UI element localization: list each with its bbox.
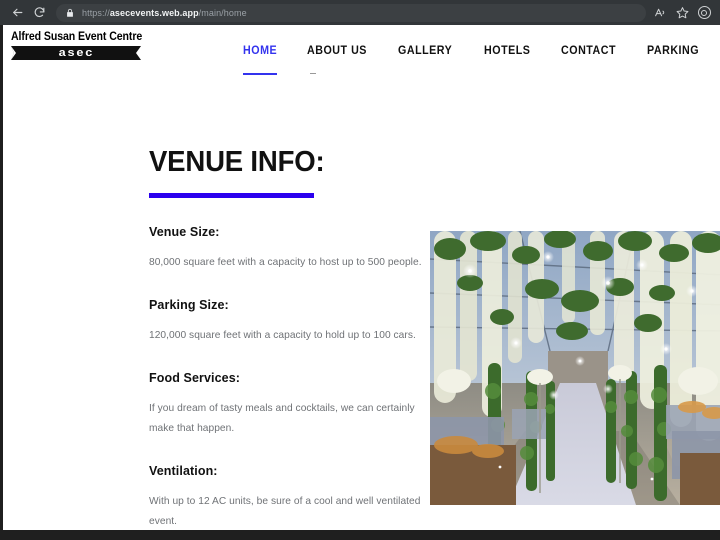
read-aloud-icon[interactable]: [650, 3, 670, 23]
profile-icon[interactable]: [694, 3, 714, 23]
lock-icon: [64, 7, 75, 18]
page-viewport: Alfred Susan Event Centre asec HOME ABOU…: [3, 25, 720, 530]
content-columns: Venue Size: 80,000 square feet with a ca…: [149, 225, 720, 530]
venue-photo: [430, 231, 720, 505]
url-domain: asecevents.web.app: [109, 7, 199, 18]
nav-item-hotels[interactable]: HOTELS: [484, 41, 534, 79]
browser-window: https://asecevents.web.app/main/home Alf…: [0, 0, 720, 540]
main-content: VENUE INFO: Venue Size: 80,000 square fe…: [3, 146, 720, 530]
site-header: Alfred Susan Event Centre asec HOME ABOU…: [3, 25, 720, 110]
url-text: https://asecevents.web.app/main/home: [82, 8, 247, 18]
photo-column: [430, 225, 720, 530]
nav-label: GALLERY: [398, 45, 453, 57]
info-heading: Food Services:: [149, 371, 241, 385]
nav-item-about-us[interactable]: ABOUT US: [307, 41, 371, 79]
info-text: 120,000 square feet with a capacity to h…: [149, 330, 416, 341]
address-bar[interactable]: https://asecevents.web.app/main/home: [56, 3, 646, 22]
nav-label: PARKING: [646, 45, 699, 57]
info-block-food-services: Food Services: If you dream of tasty mea…: [149, 371, 430, 439]
info-heading: Ventilation:: [149, 464, 218, 478]
info-heading: Parking Size:: [149, 298, 229, 312]
nav-item-home[interactable]: HOME: [243, 41, 280, 79]
window-left-edge: [0, 25, 3, 540]
logo-banner: asec: [11, 46, 141, 60]
site-logo[interactable]: Alfred Susan Event Centre asec: [11, 31, 143, 60]
logo-title: Alfred Susan Event Centre: [11, 31, 143, 43]
info-text: With up to 12 AC units, be sure of a coo…: [149, 496, 421, 527]
nav-label: HOME: [243, 45, 278, 57]
title-underline: [149, 193, 314, 198]
info-block-venue-size: Venue Size: 80,000 square feet with a ca…: [149, 225, 430, 273]
nav-item-parking[interactable]: PARKING: [647, 41, 703, 79]
info-text: If you dream of tasty meals and cocktail…: [149, 403, 415, 434]
nav-label: ABOUT US: [306, 45, 367, 57]
nav-item-contact[interactable]: CONTACT: [561, 41, 620, 79]
info-block-parking-size: Parking Size: 120,000 square feet with a…: [149, 298, 430, 346]
nav-label: HOTELS: [483, 45, 531, 57]
page-title: VENUE INFO:: [149, 146, 325, 178]
back-arrow-icon[interactable]: [6, 2, 28, 24]
info-block-ventilation: Ventilation: With up to 12 AC units, be …: [149, 464, 430, 530]
star-icon[interactable]: [672, 3, 692, 23]
info-text: 80,000 square feet with a capacity to ho…: [149, 257, 422, 268]
info-heading: Venue Size:: [149, 225, 220, 239]
browser-toolbar: https://asecevents.web.app/main/home: [0, 0, 720, 25]
window-bottom-edge: [0, 530, 720, 540]
browser-actions: [650, 3, 714, 23]
primary-nav: HOME ABOUT US GALLERY HOTELS CONTACT PAR…: [243, 41, 703, 79]
logo-mark: asec: [58, 46, 94, 59]
nav-label: CONTACT: [560, 45, 616, 57]
url-path: /main/home: [198, 7, 247, 18]
url-scheme: https://: [82, 7, 110, 18]
nav-item-gallery[interactable]: GALLERY: [398, 41, 456, 79]
venue-info-list: Venue Size: 80,000 square feet with a ca…: [149, 225, 430, 530]
reload-icon[interactable]: [28, 2, 50, 24]
